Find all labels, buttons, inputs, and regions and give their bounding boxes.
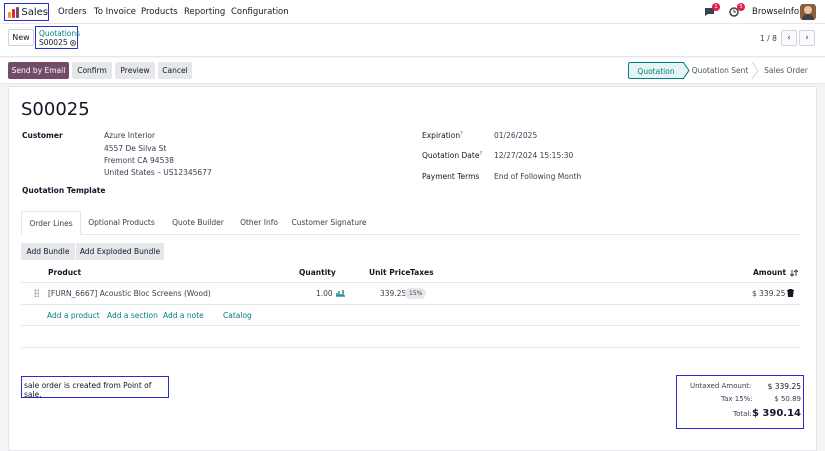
activity-clock-icon[interactable]: 5 bbox=[729, 3, 745, 17]
chat-icon[interactable]: 1 bbox=[704, 3, 720, 17]
column-unit-price[interactable]: Unit Price bbox=[369, 268, 411, 277]
sales-app-icon bbox=[8, 6, 19, 18]
tax-value: $ 50.89 bbox=[774, 395, 801, 403]
add-note-link[interactable]: Add a note bbox=[163, 311, 204, 320]
payment-terms-label: Payment Terms bbox=[422, 172, 480, 181]
quotation-template-label: Quotation Template bbox=[22, 186, 106, 195]
menu-orders[interactable]: Orders bbox=[58, 7, 87, 17]
tax-tag[interactable]: 15% bbox=[405, 288, 427, 299]
divider bbox=[21, 347, 801, 348]
terms-note[interactable]: sale order is created from Point of sale… bbox=[21, 376, 169, 399]
help-icon: ? bbox=[460, 131, 463, 137]
control-panel: New Quotations S00025 1 / 8 ‹ › bbox=[0, 24, 825, 57]
tab-optional-products[interactable]: Optional Products bbox=[84, 211, 159, 235]
untaxed-amount-label: Untaxed Amount: bbox=[690, 382, 752, 390]
activity-count-badge: 5 bbox=[737, 3, 745, 11]
column-quantity[interactable]: Quantity bbox=[299, 268, 336, 277]
untaxed-amount-value: $ 339.25 bbox=[767, 382, 801, 391]
menu-configuration[interactable]: Configuration bbox=[231, 7, 289, 17]
order-name: S00025 bbox=[21, 99, 90, 120]
status-quotation-sent[interactable]: Quotation Sent bbox=[688, 62, 752, 79]
quotation-date-label: Quotation Date? bbox=[422, 151, 483, 160]
customer-street: 4557 De Silva St bbox=[104, 144, 167, 153]
menu-products[interactable]: Products bbox=[141, 7, 178, 17]
drag-handle-icon[interactable] bbox=[34, 289, 39, 297]
top-navbar: Sales Orders To Invoice Products Reporti… bbox=[0, 0, 825, 24]
customer-country-vat: United States – US12345677 bbox=[104, 168, 212, 177]
chat-count-badge: 1 bbox=[712, 3, 720, 11]
line-product[interactable]: [FURN_6667] Acoustic Bloc Screens (Wood) bbox=[48, 289, 211, 298]
order-lines-header: Product Quantity Unit Price Taxes Amount bbox=[21, 265, 801, 283]
column-product[interactable]: Product bbox=[48, 268, 81, 277]
customer-city: Fremont CA 94538 bbox=[104, 156, 174, 165]
total-value: $ 390.14 bbox=[751, 408, 801, 419]
line-amount: $ 339.25 bbox=[752, 289, 786, 298]
add-section-link[interactable]: Add a section bbox=[107, 311, 158, 320]
tab-other-info[interactable]: Other Info bbox=[235, 211, 283, 235]
forecast-chart-icon[interactable] bbox=[336, 289, 345, 297]
company-switcher[interactable]: BrowseInfo bbox=[752, 7, 799, 17]
pager-next-button[interactable]: › bbox=[799, 30, 815, 46]
preview-button[interactable]: Preview bbox=[115, 62, 155, 79]
cancel-button[interactable]: Cancel bbox=[158, 62, 192, 79]
app-name: Sales bbox=[21, 6, 48, 18]
breadcrumb: Quotations S00025 bbox=[35, 26, 80, 49]
pager-value[interactable]: 1 / 8 bbox=[760, 34, 777, 43]
tax-label: Tax 15%: bbox=[721, 395, 753, 403]
user-avatar[interactable] bbox=[800, 4, 816, 20]
gear-icon[interactable] bbox=[69, 39, 76, 46]
breadcrumb-quotations-link[interactable]: Quotations bbox=[39, 29, 80, 38]
quotation-date-field[interactable]: 12/27/2024 15:15:30 bbox=[494, 151, 573, 160]
divider bbox=[21, 325, 801, 326]
add-product-link[interactable]: Add a product bbox=[47, 311, 100, 320]
pager-previous-button[interactable]: ‹ bbox=[781, 30, 797, 46]
customer-name[interactable]: Azure Interior bbox=[104, 131, 155, 140]
add-bundle-button[interactable]: Add Bundle bbox=[21, 243, 75, 260]
send-by-email-button[interactable]: Send by Email bbox=[8, 62, 69, 79]
totals-box: Untaxed Amount: $ 339.25 Tax 15%: $ 50.8… bbox=[676, 375, 804, 429]
column-taxes[interactable]: Taxes bbox=[410, 268, 434, 277]
menu-to-invoice[interactable]: To Invoice bbox=[94, 7, 136, 17]
catalog-link[interactable]: Catalog bbox=[223, 311, 252, 320]
table-row[interactable]: [FURN_6667] Acoustic Bloc Screens (Wood)… bbox=[21, 283, 801, 305]
app-menu-button[interactable]: Sales bbox=[4, 3, 49, 21]
tab-order-lines[interactable]: Order Lines bbox=[21, 211, 81, 235]
status-sales-order[interactable]: Sales Order bbox=[758, 62, 814, 79]
menu-reporting[interactable]: Reporting bbox=[184, 7, 225, 17]
trash-icon[interactable] bbox=[787, 289, 794, 297]
action-bar: Send by Email Confirm Preview Cancel Quo… bbox=[0, 58, 825, 84]
form-sheet: S00025 Customer Azure Interior 4557 De S… bbox=[8, 86, 817, 451]
help-icon: ? bbox=[479, 151, 483, 157]
notebook-tabs: Order Lines Optional Products Quote Buil… bbox=[21, 211, 801, 235]
payment-terms-field[interactable]: End of Following Month bbox=[494, 172, 581, 181]
expiration-field[interactable]: 01/26/2025 bbox=[494, 131, 537, 140]
line-unit-price[interactable]: 339.25 bbox=[380, 289, 406, 298]
customer-label: Customer bbox=[22, 131, 63, 140]
expiration-label: Expiration? bbox=[422, 131, 463, 140]
status-quotation[interactable]: Quotation bbox=[628, 62, 684, 79]
breadcrumb-current-label: S00025 bbox=[39, 38, 68, 47]
column-amount[interactable]: Amount bbox=[753, 268, 786, 277]
confirm-button[interactable]: Confirm bbox=[72, 62, 112, 79]
line-quantity[interactable]: 1.00 bbox=[316, 289, 333, 298]
breadcrumb-current: S00025 bbox=[39, 38, 77, 47]
tab-customer-signature[interactable]: Customer Signature bbox=[287, 211, 371, 235]
tab-quote-builder[interactable]: Quote Builder bbox=[163, 211, 233, 235]
new-button[interactable]: New bbox=[8, 29, 34, 46]
add-exploded-bundle-button[interactable]: Add Exploded Bundle bbox=[76, 243, 164, 260]
optional-columns-icon[interactable] bbox=[790, 269, 798, 277]
